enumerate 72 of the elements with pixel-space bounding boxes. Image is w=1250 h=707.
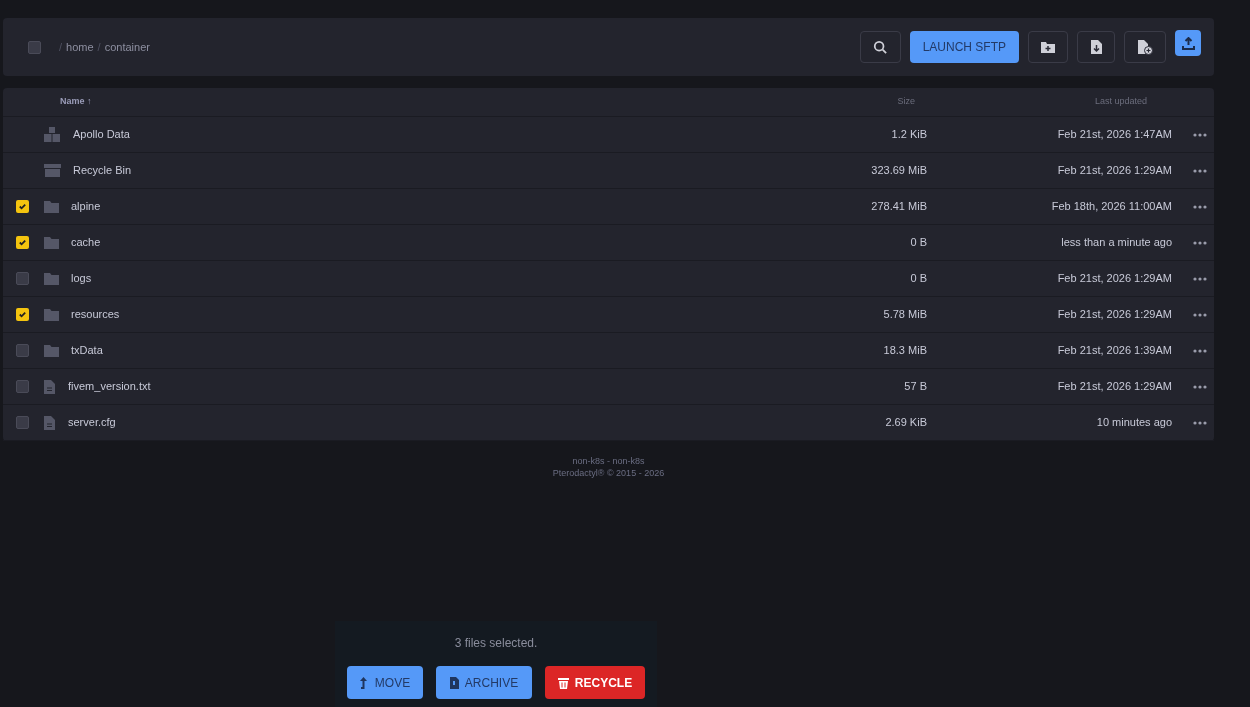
upload-icon	[1181, 36, 1195, 50]
folder-icon	[44, 344, 59, 357]
folder-icon	[44, 308, 59, 321]
checkbox[interactable]	[15, 416, 29, 429]
breadcrumb-link[interactable]: home	[66, 38, 94, 56]
recycle-button[interactable]: RECYCLE	[545, 666, 645, 699]
checkbox[interactable]	[15, 272, 29, 285]
new-folder-button[interactable]	[1028, 31, 1068, 63]
folder-plus-icon	[1041, 41, 1055, 53]
checkbox[interactable]	[15, 308, 29, 321]
checkbox[interactable]	[15, 344, 29, 357]
new-file-button[interactable]	[1124, 31, 1166, 63]
breadcrumb-separator: /	[97, 39, 101, 55]
last-updated: less than a minute ago	[1060, 235, 1172, 251]
launch-sftp-button[interactable]: LAUNCH SFTP	[909, 31, 1019, 63]
last-updated: Feb 21st, 2026 1:29AM	[1056, 163, 1172, 179]
checkbox[interactable]	[15, 380, 29, 393]
checkbox[interactable]	[28, 40, 41, 54]
file-name[interactable]: txData	[71, 342, 103, 359]
check-icon	[17, 238, 27, 247]
file-size: 278.41 MiB	[870, 199, 927, 215]
check-icon	[17, 202, 27, 211]
last-updated: Feb 21st, 2026 1:47AM	[1056, 127, 1172, 143]
file-name[interactable]: Recycle Bin	[73, 162, 132, 179]
file-name[interactable]: fivem_version.txt	[68, 378, 151, 395]
file-size: 1.2 KiB	[890, 127, 927, 143]
footer-text: non-k8s - non-k8s	[572, 455, 645, 467]
checkbox[interactable]	[15, 200, 29, 213]
file-size: 57 B	[903, 379, 927, 395]
file-size: 2.69 KiB	[884, 415, 927, 431]
folder-icon	[44, 272, 59, 285]
search-icon	[873, 40, 888, 54]
checkbox[interactable]	[15, 236, 29, 249]
check-icon	[17, 310, 27, 319]
file-size: 0 B	[909, 235, 927, 251]
last-updated: Feb 21st, 2026 1:29AM	[1056, 307, 1172, 323]
arrow-icon	[359, 676, 369, 689]
search-button[interactable]	[859, 31, 901, 63]
file-name[interactable]: cache	[71, 234, 101, 251]
file-plus-icon	[1137, 39, 1153, 55]
file-name[interactable]: resources	[71, 306, 120, 323]
last-updated: Feb 21st, 2026 1:29AM	[1056, 379, 1172, 395]
file-icon	[44, 415, 55, 430]
last-updated: Feb 21st, 2026 1:29AM	[1056, 271, 1172, 287]
file-size: 323.69 MiB	[870, 163, 927, 179]
file-archive-icon	[449, 676, 459, 689]
folder-icon	[44, 236, 59, 249]
trash-icon	[557, 676, 569, 689]
last-updated: Feb 18th, 2026 11:00AM	[1050, 199, 1172, 215]
upload-button[interactable]	[1175, 30, 1201, 56]
file-size: 18.3 MiB	[882, 343, 927, 359]
file-download-icon	[1090, 40, 1102, 54]
file-name[interactable]: server.cfg	[68, 414, 116, 431]
file-size: 5.78 MiB	[882, 307, 927, 323]
file-name[interactable]: alpine	[71, 198, 101, 215]
selection-message: 3 files selected.	[454, 635, 538, 652]
move-button[interactable]: MOVE	[347, 666, 423, 699]
file-icon	[44, 379, 55, 394]
last-updated: Feb 21st, 2026 1:39AM	[1056, 343, 1172, 359]
boxes-icon	[44, 127, 60, 142]
column-header[interactable]: Name ↑	[60, 95, 92, 109]
pull-file-button[interactable]	[1077, 31, 1115, 63]
folder-icon	[44, 200, 59, 213]
file-size: 0 B	[909, 271, 927, 287]
last-updated: 10 minutes ago	[1095, 415, 1172, 431]
footer-text: Pterodactyl® © 2015 - 2026	[552, 467, 665, 479]
archive-button[interactable]: ARCHIVE	[436, 666, 532, 699]
file-name[interactable]: logs	[71, 270, 92, 287]
breadcrumb-link[interactable]: container	[104, 38, 150, 56]
breadcrumb-separator: /	[59, 39, 63, 55]
file-name[interactable]: Apollo Data	[73, 126, 130, 143]
dumpster-icon	[44, 164, 61, 177]
